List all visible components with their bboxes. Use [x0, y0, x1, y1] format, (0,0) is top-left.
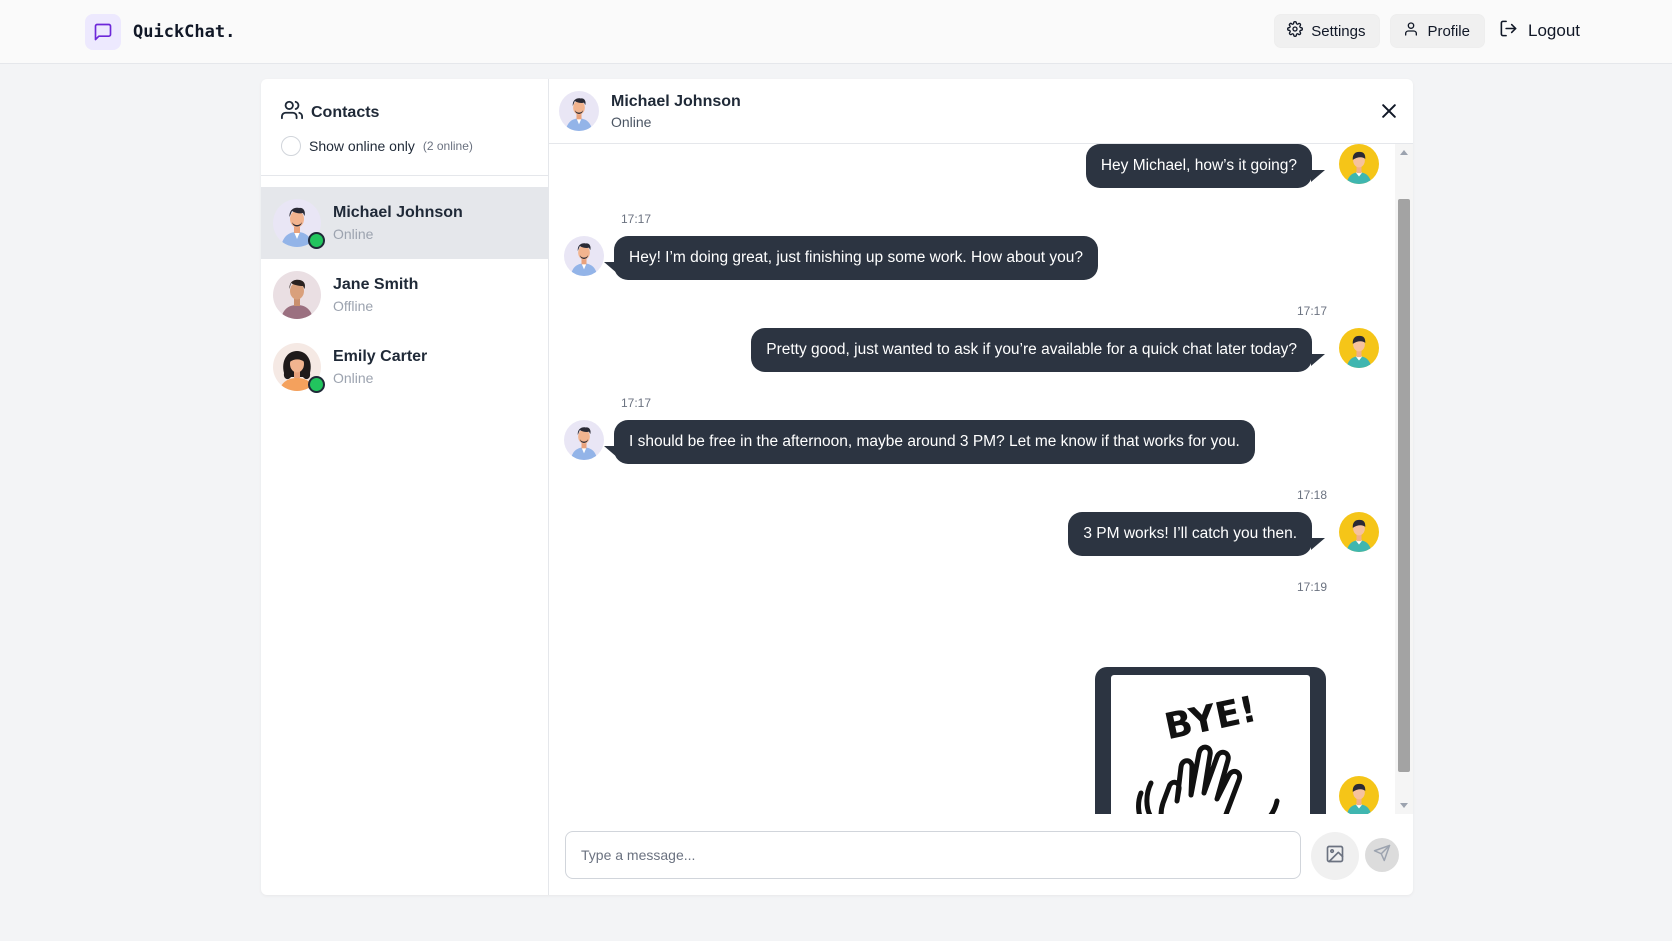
scrollbar[interactable]: [1395, 144, 1413, 814]
message-time: 17:19: [1296, 580, 1327, 594]
profile-button[interactable]: Profile: [1390, 14, 1485, 48]
my-avatar: [1339, 144, 1379, 184]
message-time: 17:18: [1296, 488, 1327, 502]
contact-status: Online: [333, 226, 374, 242]
bubble-tail: [1311, 170, 1325, 182]
message-time: 17:17: [1296, 304, 1327, 318]
contact-avatar-wrap: [273, 343, 325, 393]
contact-avatar: [564, 420, 604, 460]
online-status-dot: [308, 232, 325, 249]
top-navbar: QuickChat. Settings Profile Logout: [0, 0, 1672, 64]
image-icon: [1325, 844, 1345, 869]
contact-avatar-wrap: [273, 271, 321, 319]
contact-avatar: [564, 236, 604, 276]
scroll-up-arrow[interactable]: [1400, 150, 1408, 155]
contact-status: Online: [333, 370, 374, 386]
contact-jane-smith[interactable]: Jane Smith Offline: [261, 259, 549, 331]
message-image-bubble[interactable]: BYE!: [1095, 667, 1326, 814]
chat-contact-name: Michael Johnson: [611, 92, 741, 110]
send-icon: [1373, 844, 1391, 867]
app-name: QuickChat.: [133, 22, 236, 42]
contact-name: Emily Carter: [333, 348, 428, 365]
nav-actions: Settings Profile Logout: [1274, 14, 1584, 48]
settings-label: Settings: [1311, 22, 1366, 40]
online-only-label: Show online only: [309, 138, 415, 154]
chat-contact-avatar: [559, 91, 599, 131]
gear-icon: [1287, 21, 1304, 41]
contact-status: Offline: [333, 298, 374, 314]
message-input[interactable]: [565, 831, 1301, 879]
contact-name: Jane Smith: [333, 276, 419, 293]
chat-contact-info: Michael Johnson Online: [611, 93, 741, 130]
contacts-header: Contacts Show online only (2 online): [261, 79, 548, 176]
chat-header: Michael Johnson Online: [549, 79, 1413, 144]
profile-label: Profile: [1427, 22, 1470, 40]
message-bubble-received: Hey! I’m doing great, just finishing up …: [614, 236, 1099, 280]
online-only-checkbox[interactable]: [281, 136, 301, 156]
attach-image-button[interactable]: [1311, 832, 1359, 880]
bubble-tail: [1311, 354, 1325, 366]
contacts-title: Contacts: [281, 99, 528, 126]
logout-button[interactable]: Logout: [1495, 14, 1584, 48]
logout-icon: [1499, 19, 1518, 43]
contact-avatar-wrap: [273, 199, 325, 249]
my-avatar: [1339, 512, 1379, 552]
my-avatar: [1339, 328, 1379, 368]
logout-label: Logout: [1528, 21, 1580, 40]
contact-michael-johnson[interactable]: Michael Johnson Online: [261, 187, 549, 259]
contact-info: Emily Carter Online: [333, 348, 427, 386]
bubble-tail: [1311, 538, 1325, 550]
chat-bubble-icon: [85, 14, 121, 50]
online-count: (2 online): [422, 139, 473, 153]
message-time: 17:17: [621, 396, 652, 410]
bye-sticker-image: BYE!: [1111, 675, 1310, 814]
chat-panel: Contacts Show online only (2 online) Mic…: [261, 79, 1413, 895]
send-button[interactable]: [1365, 838, 1399, 872]
sticker-text: BYE!: [1161, 689, 1260, 748]
contact-emily-carter[interactable]: Emily Carter Online: [261, 331, 549, 403]
contact-info: Michael Johnson Online: [333, 204, 463, 242]
contact-name: Michael Johnson: [333, 204, 463, 221]
message-bubble-sent: Pretty good, just wanted to ask if you’r…: [751, 328, 1312, 372]
message-bubble-sent: Hey Michael, how’s it going?: [1085, 144, 1312, 188]
message-composer: [549, 814, 1413, 895]
online-filter: Show online only (2 online): [281, 136, 528, 156]
message-list: Hey Michael, how’s it going? 17:17 Hey! …: [549, 144, 1413, 814]
contacts-sidebar: Contacts Show online only (2 online) Mic…: [261, 79, 549, 895]
users-icon: [281, 99, 303, 126]
brand[interactable]: QuickChat.: [85, 14, 235, 50]
avatar: [273, 271, 321, 319]
message-bubble-sent: 3 PM works! I’ll catch you then.: [1068, 512, 1312, 556]
chat-area: Michael Johnson Online Hey Michael, how’…: [549, 79, 1413, 895]
contact-info: Jane Smith Offline: [333, 276, 418, 314]
message-bubble-received: I should be free in the afternoon, maybe…: [614, 420, 1255, 464]
online-status-dot: [308, 376, 325, 393]
my-avatar: [1339, 776, 1379, 814]
chat-contact-status: Online: [611, 113, 652, 130]
scrollbar-thumb[interactable]: [1398, 199, 1410, 772]
close-icon[interactable]: [1379, 101, 1399, 121]
user-icon: [1403, 21, 1419, 41]
scroll-down-arrow[interactable]: [1400, 803, 1408, 808]
settings-button[interactable]: Settings: [1274, 14, 1381, 48]
contacts-title-text: Contacts: [311, 103, 380, 121]
message-time: 17:17: [621, 212, 652, 226]
